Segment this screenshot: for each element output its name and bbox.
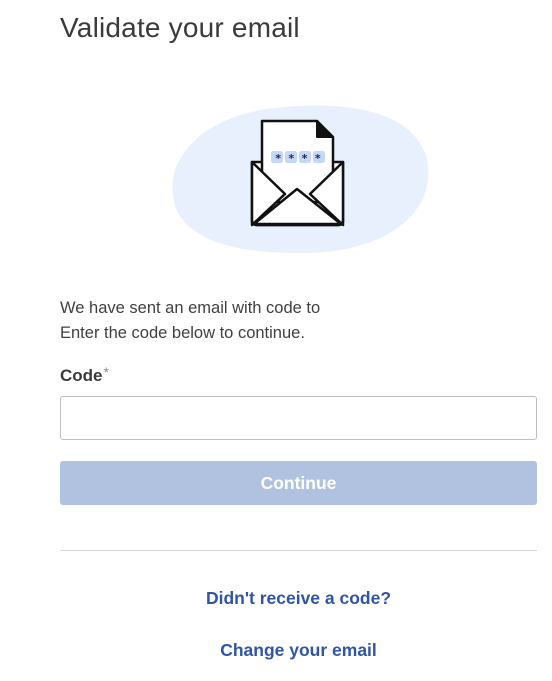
code-input[interactable] — [60, 396, 537, 440]
email-illustration: * * * * — [165, 90, 435, 260]
message-line-sent: We have sent an email with code to — [60, 299, 321, 317]
message-line-enter: Enter the code below to continue. — [60, 324, 305, 342]
required-marker: * — [103, 364, 109, 380]
resend-code-link[interactable]: Didn't receive a code? — [60, 588, 537, 609]
divider — [60, 550, 537, 551]
code-mask-text: * * * * — [275, 152, 321, 165]
change-email-link[interactable]: Change your email — [60, 640, 537, 661]
code-label: Code* — [60, 364, 109, 386]
code-label-text: Code — [60, 366, 103, 385]
continue-button[interactable]: Continue — [60, 461, 537, 505]
code-dots: * * * * — [271, 151, 325, 165]
page-title: Validate your email — [60, 12, 300, 43]
validate-email-page: Validate your email * * * * We have sent… — [0, 0, 552, 681]
open-envelope-with-code-letter-icon: * * * * — [172, 105, 429, 254]
instruction-message: We have sent an email with code to Enter… — [60, 296, 320, 346]
